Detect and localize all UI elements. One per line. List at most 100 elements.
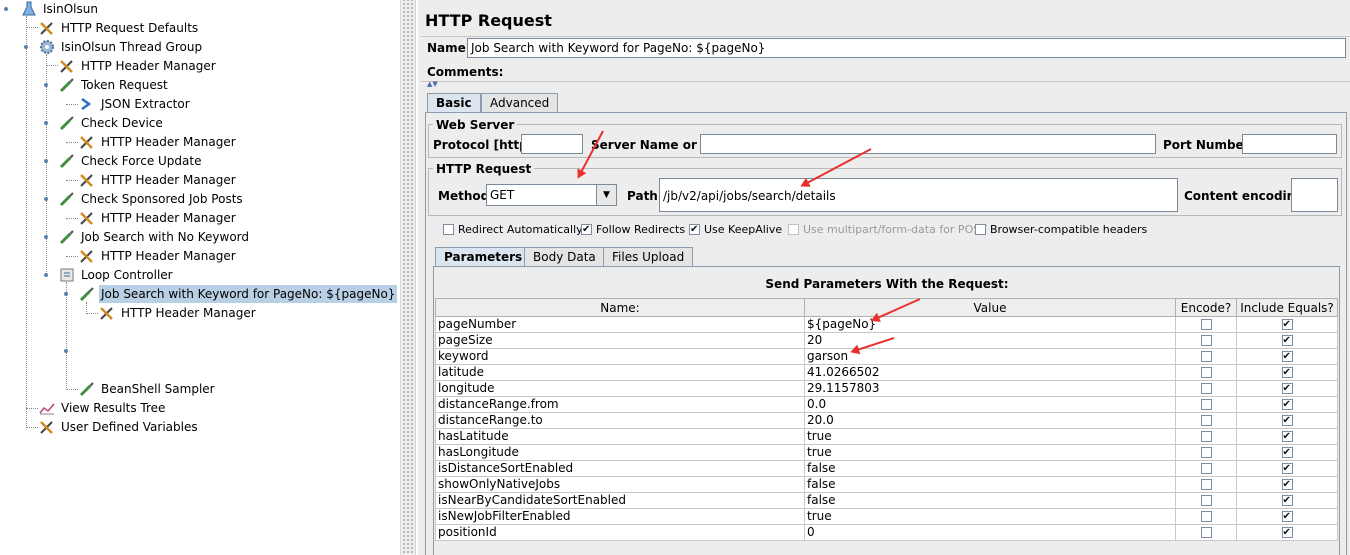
table-row[interactable]: keyword garson [435,348,1338,365]
encode-checkbox[interactable] [1200,527,1212,538]
redirect-automatically-checkbox[interactable]: Redirect Automatically [443,222,583,238]
include-equals-checkbox[interactable] [1281,510,1293,524]
tree-node-check-sponsored[interactable]: Check Sponsored Job Posts [58,190,245,208]
tree-expand-handle[interactable] [2,5,9,12]
param-value[interactable]: 20.0 [804,412,1176,429]
param-value[interactable]: true [804,444,1176,461]
tree-node-http-request-defaults[interactable]: HTTP Request Defaults [38,19,200,37]
include-equals-checkbox[interactable] [1281,430,1293,444]
param-name[interactable]: pageNumber [435,316,805,333]
param-name[interactable]: distanceRange.from [435,396,805,413]
table-row[interactable]: isNewJobFilterEnabled true [435,508,1338,525]
column-header-value[interactable]: Value [804,298,1176,317]
tree-node-header-manager[interactable]: HTTP Header Manager [78,133,238,151]
param-value[interactable]: 29.1157803 [804,380,1176,397]
collapse-arrows-icon[interactable]: ▲▼ [427,80,438,88]
param-name[interactable]: positionId [435,524,805,541]
tree-node-job-search-no-keyword[interactable]: Job Search with No Keyword [58,228,251,246]
include-equals-checkbox[interactable] [1281,414,1293,428]
chevron-down-icon[interactable]: ▼ [596,185,616,205]
param-name[interactable]: isDistanceSortEnabled [435,460,805,477]
tree-node-header-manager[interactable]: HTTP Header Manager [98,304,258,322]
comments-collapse-bar[interactable]: ▲▼ [421,80,1350,90]
method-select[interactable]: GET ▼ [486,184,617,206]
param-value[interactable]: false [804,460,1176,477]
server-name-field[interactable] [700,134,1156,154]
param-name[interactable]: hasLongitude [435,444,805,461]
tree-node-json-extractor[interactable]: JSON Extractor [78,95,192,113]
encode-checkbox[interactable] [1200,335,1212,346]
tree-node-header-manager[interactable]: HTTP Header Manager [58,57,218,75]
tree-node-test-plan[interactable]: IsinOlsun [20,0,100,18]
table-row[interactable]: distanceRange.from 0.0 [435,396,1338,413]
browser-compatible-checkbox[interactable]: Browser-compatible headers [975,222,1147,238]
parameters-table[interactable]: Name: Value Encode? Include Equals? page… [435,298,1338,541]
include-equals-checkbox[interactable] [1281,398,1293,412]
tree-node-check-force-update[interactable]: Check Force Update [58,152,203,170]
encode-checkbox[interactable] [1200,431,1212,442]
include-equals-checkbox[interactable] [1281,494,1293,508]
table-row[interactable]: hasLongitude true [435,444,1338,461]
tree-expand-handle[interactable] [42,119,49,126]
param-name[interactable]: showOnlyNativeJobs [435,476,805,493]
table-row[interactable]: showOnlyNativeJobs false [435,476,1338,493]
encode-checkbox[interactable] [1200,351,1212,362]
table-row[interactable]: positionId 0 [435,524,1338,541]
tab-body-data[interactable]: Body Data [524,247,605,266]
tree-node-check-device[interactable]: Check Device [58,114,165,132]
tree-expand-handle[interactable] [62,290,69,297]
param-name[interactable]: pageSize [435,332,805,349]
param-value[interactable]: garson [804,348,1176,365]
param-value[interactable]: true [804,428,1176,445]
param-value[interactable]: false [804,476,1176,493]
param-value[interactable]: 0 [804,524,1176,541]
tree-node-job-search-keyword[interactable]: Job Search with Keyword for PageNo: ${pa… [78,285,398,303]
param-value[interactable]: 20 [804,332,1176,349]
use-keepalive-checkbox[interactable]: Use KeepAlive [689,222,782,238]
tree-expand-handle[interactable] [42,157,49,164]
encode-checkbox[interactable] [1200,367,1212,378]
tree-node-view-results-tree[interactable]: View Results Tree [38,399,167,417]
include-equals-checkbox[interactable] [1281,478,1293,492]
tree-expand-handle[interactable] [42,195,49,202]
include-equals-checkbox[interactable] [1281,446,1293,460]
tree-node-token-request[interactable]: Token Request [58,76,170,94]
tab-basic[interactable]: Basic [427,93,481,112]
content-encoding-field[interactable] [1291,178,1338,212]
param-name[interactable]: keyword [435,348,805,365]
tree-node-beanshell-sampler[interactable]: BeanShell Sampler [78,380,217,398]
include-equals-checkbox[interactable] [1281,382,1293,396]
tree-node-thread-group[interactable]: IsinOlsun Thread Group [38,38,204,56]
protocol-field[interactable] [521,134,583,154]
param-name[interactable]: hasLatitude [435,428,805,445]
tree-node-header-manager[interactable]: HTTP Header Manager [78,247,238,265]
tree-expand-handle[interactable] [42,81,49,88]
include-equals-checkbox[interactable] [1281,366,1293,380]
checkbox-box[interactable] [689,222,700,238]
test-plan-tree[interactable]: IsinOlsun HTTP Request Defaults IsinOlsu… [0,0,400,555]
table-row[interactable]: latitude 41.0266502 [435,364,1338,381]
encode-checkbox[interactable] [1200,511,1212,522]
checkbox-box[interactable] [975,224,986,235]
tree-node-user-defined-variables[interactable]: User Defined Variables [38,418,200,436]
include-equals-checkbox[interactable] [1281,350,1293,364]
table-row[interactable]: hasLatitude true [435,428,1338,445]
param-value[interactable]: 0.0 [804,396,1176,413]
table-row[interactable]: isNearByCandidateSortEnabled false [435,492,1338,509]
checkbox-box[interactable] [581,222,592,238]
tree-expand-handle[interactable] [62,347,69,354]
tree-expand-handle[interactable] [22,43,29,50]
param-name[interactable]: isNewJobFilterEnabled [435,508,805,525]
tree-node-header-manager[interactable]: HTTP Header Manager [78,209,238,227]
encode-checkbox[interactable] [1200,447,1212,458]
tree-node-loop-controller[interactable]: Loop Controller [58,266,175,284]
include-equals-checkbox[interactable] [1281,462,1293,476]
include-equals-checkbox[interactable] [1281,334,1293,348]
param-value[interactable]: true [804,508,1176,525]
port-number-field[interactable] [1242,134,1337,154]
param-name[interactable]: distanceRange.to [435,412,805,429]
encode-checkbox[interactable] [1200,399,1212,410]
column-header-encode[interactable]: Encode? [1175,298,1237,317]
encode-checkbox[interactable] [1200,463,1212,474]
param-name[interactable]: longitude [435,380,805,397]
